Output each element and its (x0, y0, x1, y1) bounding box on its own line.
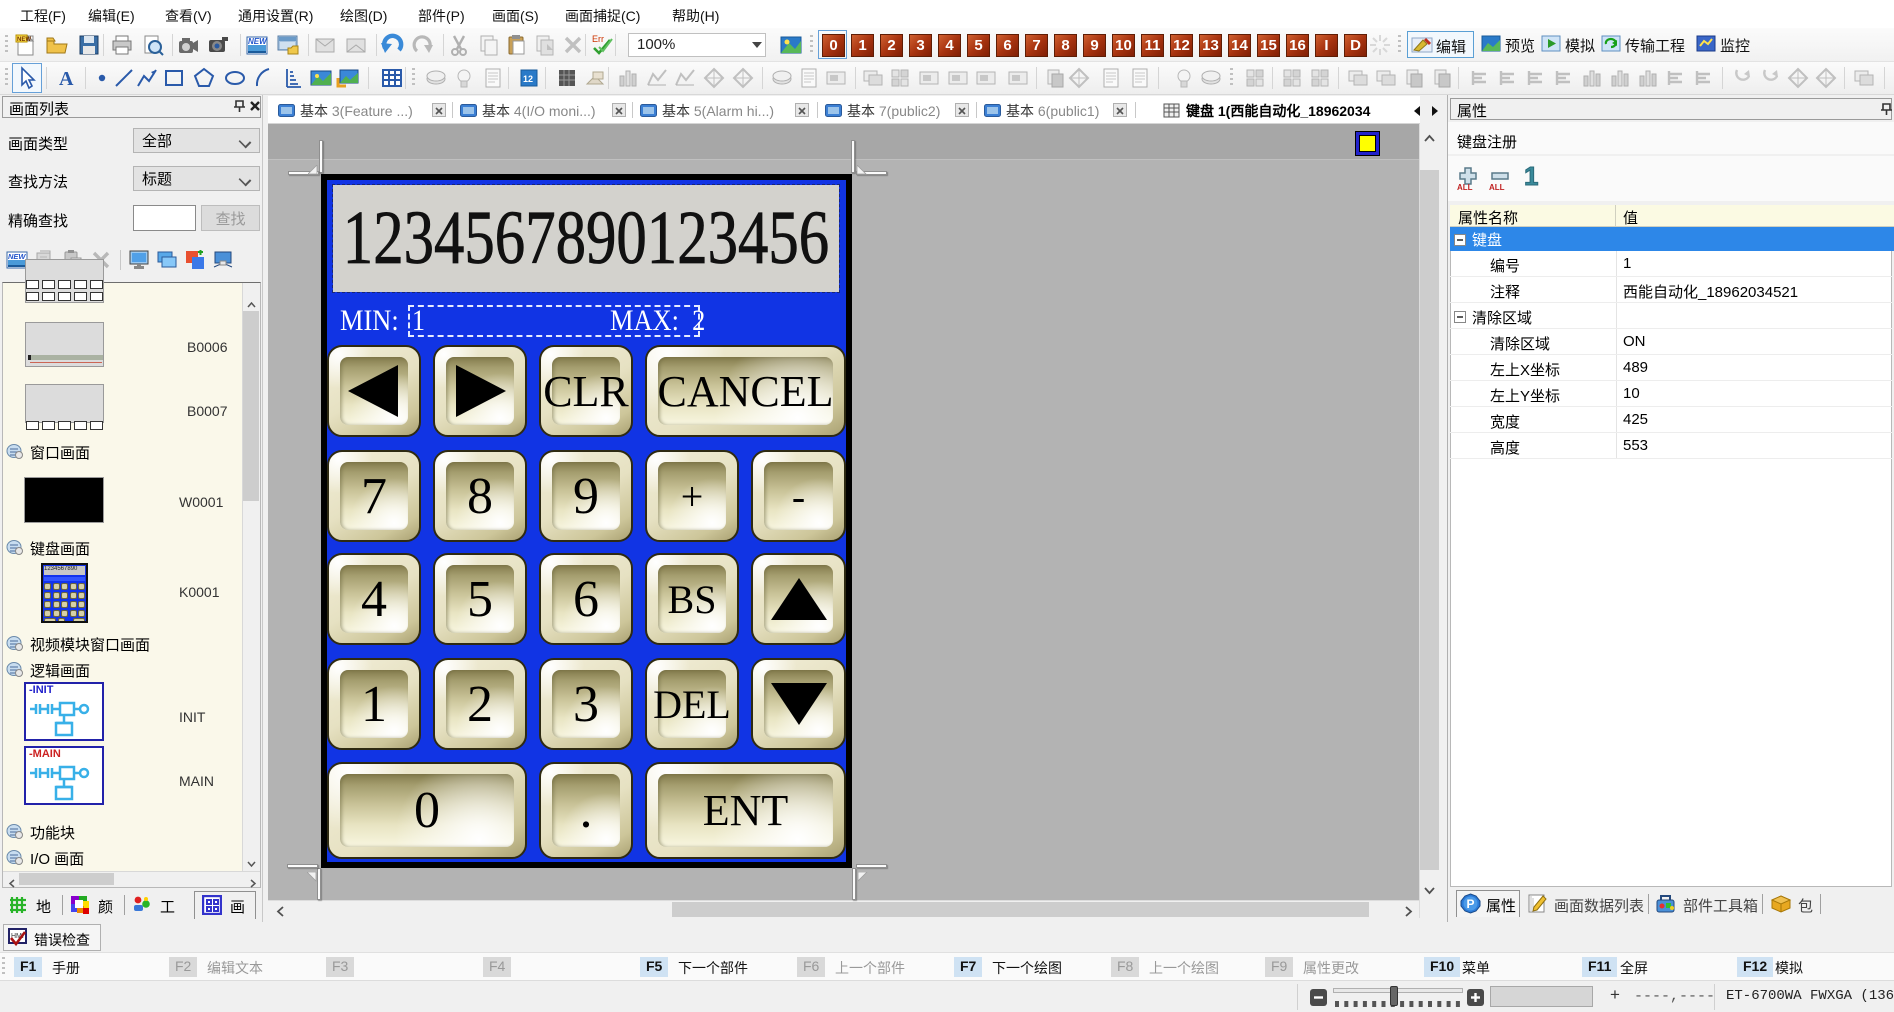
svg-text:12: 12 (523, 74, 533, 84)
svg-text:NEW: NEW (17, 37, 31, 43)
svg-text:A: A (59, 68, 74, 90)
svg-text:Err: Err (592, 34, 604, 44)
svg-text:1: 1 (1524, 161, 1538, 189)
svg-text:NEW: NEW (8, 252, 26, 261)
svg-text:NEW: NEW (248, 37, 268, 46)
svg-text:P: P (1467, 897, 1475, 911)
svg-text:ALL: ALL (1489, 183, 1505, 191)
svg-text:ALL: ALL (1457, 183, 1473, 191)
